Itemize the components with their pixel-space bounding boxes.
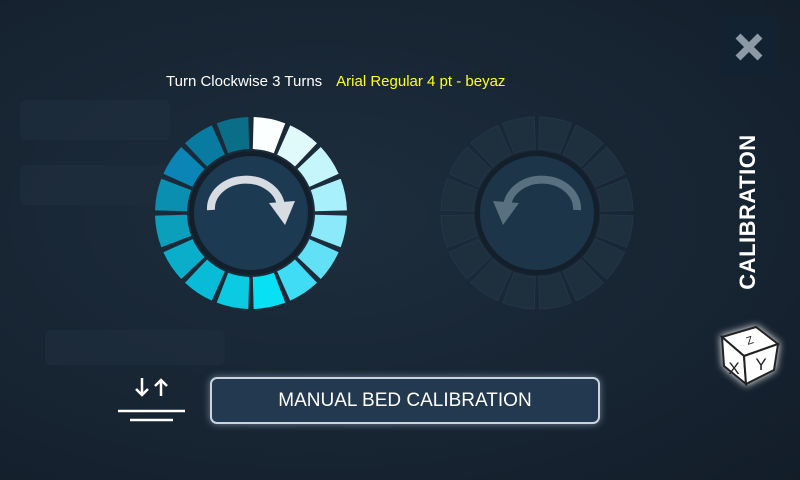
close-icon — [735, 33, 762, 60]
calibration-title: CALIBRATION — [735, 134, 760, 290]
font-note-label: Arial Regular 4 pt - beyaz — [336, 73, 506, 90]
instruction-label: Turn Clockwise 3 Turns — [166, 73, 323, 90]
close-button[interactable] — [719, 17, 778, 76]
background-panel — [45, 330, 225, 365]
background-panel — [20, 100, 170, 140]
background-panel — [20, 165, 170, 205]
xyz-cube-icon[interactable]: Z X Y — [716, 322, 782, 388]
bed-level-icon — [118, 378, 185, 422]
cube-y-label: Y — [755, 355, 766, 374]
dial-knob[interactable] — [194, 156, 308, 270]
counterclockwise-dial[interactable] — [440, 116, 634, 310]
manual-bed-calibration-button[interactable]: MANUAL BED CALIBRATION — [210, 377, 600, 424]
clockwise-dial[interactable] — [154, 116, 348, 310]
dial-knob[interactable] — [480, 156, 594, 270]
cube-x-label: X — [728, 359, 739, 378]
instruction-text: Turn Clockwise 3 Turns Arial Regular 4 pt… — [166, 73, 505, 90]
